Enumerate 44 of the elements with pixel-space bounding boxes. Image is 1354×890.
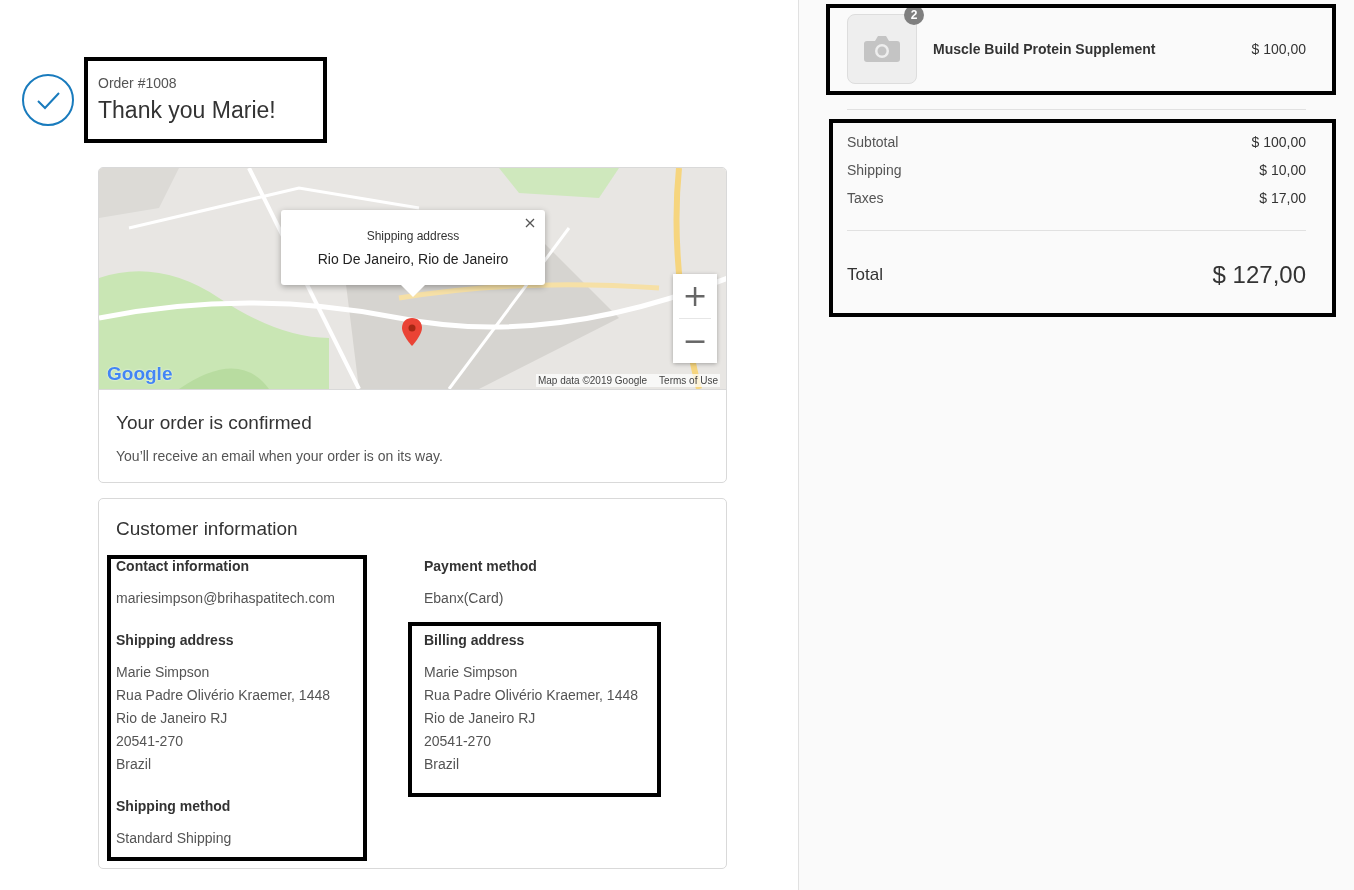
checkmark-icon [22, 73, 74, 126]
map-pin-icon[interactable] [402, 318, 422, 346]
section-heading: Payment method [424, 558, 538, 574]
total-label: Total [847, 265, 883, 285]
info-line: mariesimpson@brihaspatitech.com [116, 589, 336, 608]
info-window-address: Rio De Janeiro, Rio de Janeiro [317, 250, 509, 267]
confirmation-title: Your order is confirmed [116, 412, 313, 434]
info-line: Brazil [424, 755, 460, 774]
summary-value: $ 100,00 [1251, 134, 1306, 150]
summary-value: $ 17,00 [1259, 190, 1306, 206]
section-heading: Shipping method [116, 798, 232, 814]
confirmation-text: You’ll receive an email when your order is on its way. [116, 448, 444, 464]
info-line: Brazil [116, 755, 152, 774]
info-line: Rio de Janeiro RJ [116, 709, 229, 728]
info-line: Marie Simpson [116, 663, 211, 682]
customer-title: Customer information [116, 518, 299, 540]
product-name: Muscle Build Protein Supplement [933, 41, 1157, 57]
info-line: Rio de Janeiro RJ [424, 709, 537, 728]
info-line: 20541-270 [424, 732, 492, 751]
summary-value: $ 10,00 [1259, 162, 1306, 178]
terms-link[interactable]: Terms of Use [659, 375, 718, 386]
thank-you-heading: Thank you Marie! [98, 97, 276, 124]
info-line: Rua Padre Olivério Kraemer, 1448 [116, 686, 331, 705]
product-price: $ 100,00 [1251, 41, 1306, 57]
info-line: Ebanx(Card) [424, 589, 505, 608]
section-heading: Contact information [116, 558, 250, 574]
info-line: Standard Shipping [116, 829, 233, 848]
map-attribution: Map data ©2019 Google [537, 375, 648, 386]
info-line: 20541-270 [116, 732, 184, 751]
close-icon[interactable] [525, 218, 535, 228]
summary-label: Taxes [847, 190, 884, 206]
summary-label: Shipping [847, 162, 902, 178]
zoom-out-button[interactable]: − [673, 319, 717, 363]
order-number: Order #1008 [98, 75, 178, 91]
info-window-title: Shipping address [366, 228, 460, 243]
camera-icon [863, 35, 901, 63]
total-value: $ 127,00 [1212, 261, 1306, 289]
map-logo: Google [107, 363, 173, 385]
info-line: Marie Simpson [424, 663, 519, 682]
section-heading: Billing address [424, 632, 526, 648]
zoom-in-button[interactable]: + [673, 274, 717, 318]
summary-label: Subtotal [847, 134, 899, 150]
section-heading: Shipping address [116, 632, 235, 648]
info-line: Rua Padre Olivério Kraemer, 1448 [424, 686, 638, 705]
